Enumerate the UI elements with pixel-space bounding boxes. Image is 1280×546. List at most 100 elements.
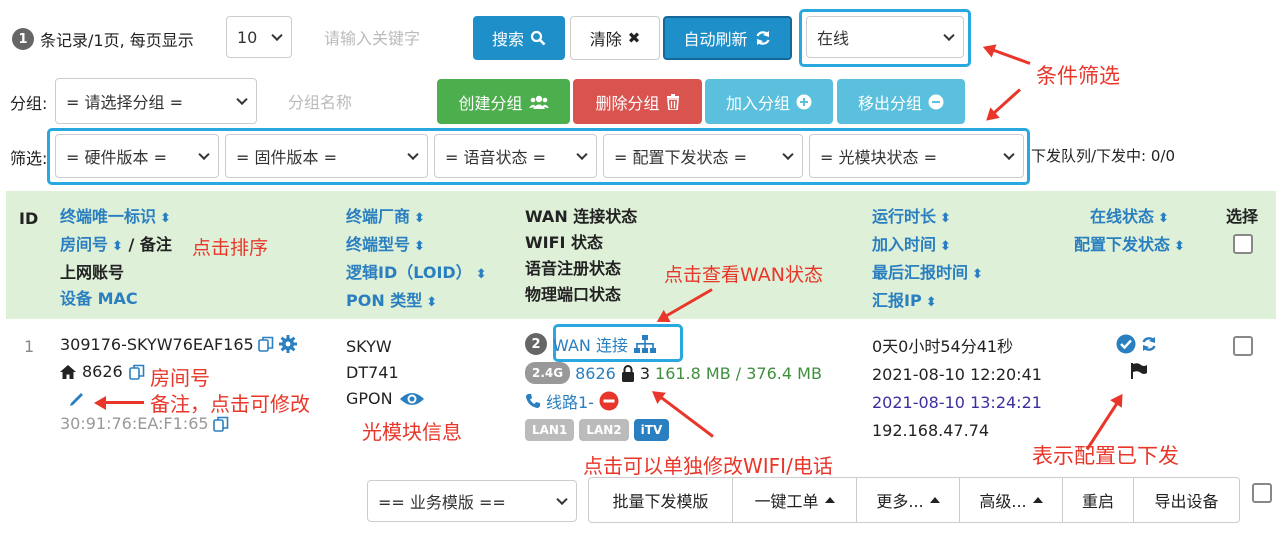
sort-report-ip[interactable]: 汇报IP: [872, 288, 983, 316]
sort-room[interactable]: 房间号: [60, 235, 123, 254]
bottom-select-checkbox[interactable]: [1252, 483, 1272, 503]
sort-loid[interactable]: 逻辑ID（LOID）: [346, 260, 487, 288]
annotation-sort: 点击排序: [192, 237, 269, 259]
port-lan1: LAN1: [525, 419, 575, 441]
col-online-header: 在线状态 配置下发状态: [1074, 204, 1185, 260]
gear-icon[interactable]: [278, 334, 298, 354]
export-devices-button[interactable]: 导出设备: [1133, 477, 1240, 523]
port-itv: iTV: [633, 419, 670, 441]
sitemap-icon: [633, 335, 656, 353]
voice-status-select[interactable]: = 语音状态 =: [434, 134, 597, 178]
export-devices-label: 导出设备: [1154, 492, 1219, 511]
firmware-version-select[interactable]: = 固件版本 =: [225, 134, 428, 178]
delete-group-button[interactable]: 删除分组: [573, 79, 702, 124]
minus-circle-icon: [928, 94, 944, 109]
sort-join-time[interactable]: 加入时间: [872, 232, 983, 260]
batch-template-label: 批量下发模版: [612, 492, 709, 511]
search-input[interactable]: 请输入关键字: [312, 16, 468, 58]
annotation-arrow: [986, 46, 1031, 65]
sort-uptime[interactable]: 运行时长: [872, 204, 983, 232]
group-name-input[interactable]: 分组名称: [276, 80, 432, 122]
business-template-select[interactable]: == 业务模版 ==: [367, 480, 577, 522]
wan-status[interactable]: 2 WAN 连接: [525, 332, 656, 356]
create-group-label: 创建分组: [458, 93, 523, 113]
more-button[interactable]: 更多...: [856, 477, 960, 523]
page-size-select[interactable]: 10: [226, 16, 292, 58]
copy-icon[interactable]: [257, 336, 274, 352]
refresh-icon: [755, 31, 770, 45]
annotation-optical: 光模块信息: [362, 420, 462, 444]
annotation-arrow: [987, 88, 1022, 119]
filter-label: 筛选:: [10, 149, 48, 168]
remark-header: / 备注: [128, 235, 172, 254]
pon-value: GPON: [346, 389, 393, 408]
sort-model[interactable]: 终端型号: [346, 232, 487, 260]
wan-header: WAN 连接状态: [525, 207, 638, 226]
room-number-value: 8626: [82, 362, 123, 381]
col-id-header: ID: [19, 209, 39, 228]
users-icon: [528, 95, 549, 109]
config-status-select[interactable]: = 配置下发状态 =: [603, 134, 803, 178]
sort-config[interactable]: 配置下发状态: [1074, 232, 1185, 260]
create-group-button[interactable]: 创建分组: [437, 79, 570, 124]
wifi-band-badge: 2.4G: [525, 362, 571, 384]
search-button[interactable]: 搜索: [473, 16, 565, 60]
device-mac-value: 30:91:76:EA:F1:65: [60, 414, 209, 433]
annotation-wifi-phone: 点击可以单独修改WIFI/电话: [583, 454, 833, 478]
optical-status-value: = 光模块状态 =: [820, 148, 937, 167]
col-select-header: 选择: [1226, 207, 1259, 226]
annotation-condition-filter: 条件筛选: [1036, 64, 1120, 88]
edit-remark-pencil-icon[interactable]: [68, 390, 86, 412]
voice-line[interactable]: 线路1-: [546, 389, 594, 413]
copy-icon[interactable]: [128, 364, 145, 380]
chevron-down-icon: [576, 148, 588, 161]
clear-button[interactable]: 清除 ✖: [570, 16, 660, 60]
online-status-icons: [1116, 334, 1158, 354]
advanced-button[interactable]: 高级...: [959, 477, 1063, 523]
wifi-status[interactable]: 2.4G 8626 3 161.8 MB / 376.4 MB: [525, 362, 822, 384]
group-name-placeholder: 分组名称: [288, 93, 353, 112]
voice-status[interactable]: 线路1-: [525, 389, 619, 413]
wifi-ssid[interactable]: 8626: [575, 364, 616, 383]
remove-group-label: 移出分组: [857, 93, 922, 113]
chevron-down-icon: [1003, 148, 1015, 161]
group-select[interactable]: = 请选择分组 =: [55, 78, 257, 124]
wan-link[interactable]: WAN 连接: [553, 332, 628, 356]
row-select-checkbox[interactable]: [1233, 336, 1253, 356]
select-all-checkbox[interactable]: [1233, 234, 1253, 254]
remove-group-button[interactable]: 移出分组: [837, 79, 965, 124]
copy-icon[interactable]: [212, 416, 229, 432]
record-count-badge: 1: [12, 28, 34, 50]
join-group-button[interactable]: 加入分组: [705, 79, 833, 124]
close-icon: ✖: [627, 29, 641, 47]
dispatch-queue-value: 下发队列/下发中: 0/0: [1031, 147, 1176, 165]
check-circle-icon: [1116, 334, 1136, 354]
port-lan2: LAN2: [579, 419, 629, 441]
sort-online[interactable]: 在线状态: [1074, 204, 1185, 232]
wifi-clients: 3: [639, 363, 651, 383]
mac-header[interactable]: 设备 MAC: [60, 286, 172, 312]
col-time-header: 运行时长 加入时间 最后汇报时间 汇报IP: [872, 204, 983, 316]
caret-up-icon: [824, 497, 835, 503]
optical-status-select[interactable]: = 光模块状态 =: [809, 134, 1024, 178]
online-status-select[interactable]: 在线: [806, 16, 964, 58]
eye-icon[interactable]: [399, 391, 425, 407]
caret-up-icon: [1032, 497, 1043, 503]
search-icon: [530, 30, 546, 46]
sort-pon[interactable]: PON 类型: [346, 288, 487, 316]
auto-refresh-button[interactable]: 自动刷新: [663, 16, 792, 60]
col-vendor-header: 终端厂商 终端型号 逻辑ID（LOID） PON 类型: [346, 204, 487, 316]
search-button-label: 搜索: [491, 30, 524, 49]
sort-last-report[interactable]: 最后汇报时间: [872, 260, 983, 288]
reboot-button[interactable]: 重启: [1062, 477, 1134, 523]
sort-uid[interactable]: 终端唯一标识: [60, 204, 172, 232]
home-icon: [60, 364, 76, 379]
sort-vendor[interactable]: 终端厂商: [346, 204, 487, 232]
sync-icon[interactable]: [1140, 335, 1158, 353]
hardware-version-select[interactable]: = 硬件版本 =: [55, 134, 219, 178]
page-size-value: 10: [237, 27, 258, 47]
wan-count-badge: 2: [525, 333, 547, 355]
batch-template-button[interactable]: 批量下发模版: [588, 477, 733, 523]
search-placeholder: 请输入关键字: [324, 29, 421, 48]
one-click-order-button[interactable]: 一键工单: [732, 477, 857, 523]
